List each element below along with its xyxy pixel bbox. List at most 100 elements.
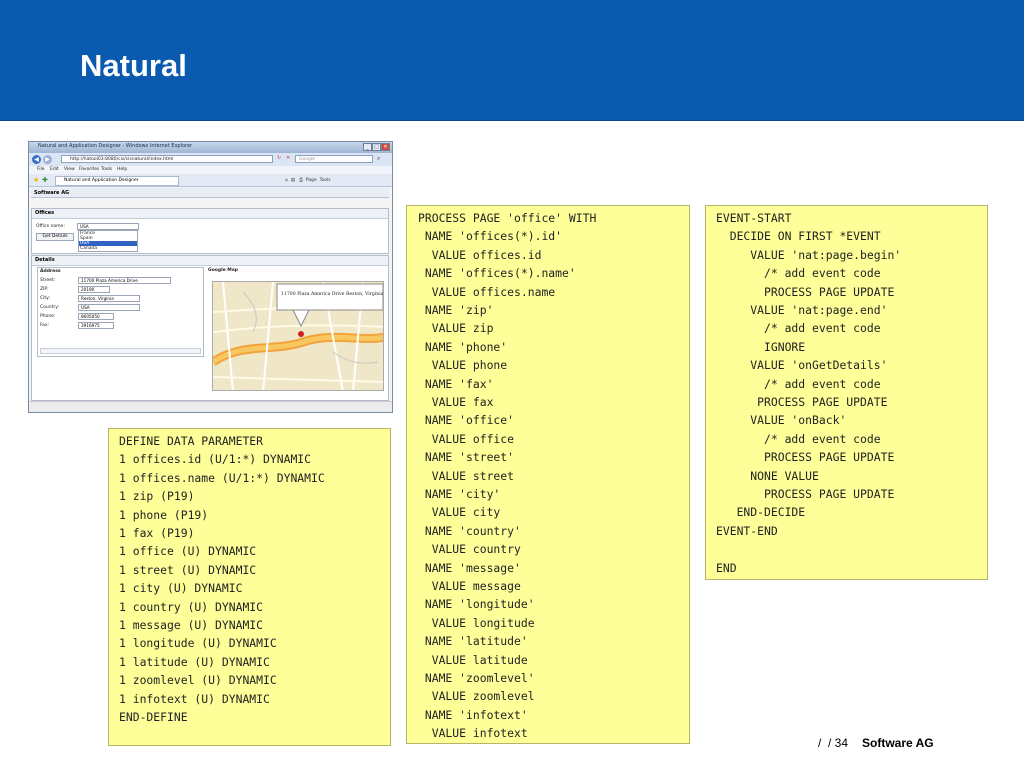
code-line: PROCESS PAGE UPDATE xyxy=(716,395,888,409)
code-line: VALUE 'nat:page.end' xyxy=(716,303,888,317)
address-panel: Address Street: 11700 Plaza America Driv… xyxy=(37,267,204,357)
code-line: NAME 'zoomlevel' xyxy=(418,671,535,685)
code-line: DECIDE ON FIRST *EVENT xyxy=(716,229,881,244)
country-label: Country: xyxy=(40,305,60,310)
code-line: 1 message (U) DYNAMIC xyxy=(119,618,264,632)
code-line: VALUE zip xyxy=(418,321,494,336)
code-line: VALUE city xyxy=(418,505,501,520)
menu-file[interactable]: File xyxy=(37,167,45,172)
tools-menu[interactable]: Tools xyxy=(320,178,331,183)
code-line: 1 city (U) DYNAMIC xyxy=(119,581,243,596)
url-input[interactable]: http://hatool03:8080/cis/cisnatural/inde… xyxy=(61,155,273,163)
forward-icon[interactable]: ▶ xyxy=(43,155,52,164)
office-option[interactable]: Canada xyxy=(80,246,138,251)
menu-help[interactable]: Help xyxy=(117,167,127,172)
code-line: NAME 'street' xyxy=(418,450,515,465)
zip-field[interactable]: 20190 xyxy=(78,286,110,293)
code-line: VALUE office xyxy=(418,431,515,446)
code-line: 1 street (U) DYNAMIC xyxy=(119,562,257,577)
menu-favorites[interactable]: Favorites xyxy=(79,167,99,172)
define-data-code-box: DEFINE DATA PARAMETER 1 offices.id (U/1:*… xyxy=(108,428,391,746)
code-line: 1 phone (P19) xyxy=(119,507,209,522)
menu-edit[interactable]: Edit xyxy=(50,167,59,172)
zip-label: ZIP: xyxy=(40,287,49,292)
city-field[interactable]: Reston, Virginia xyxy=(78,295,140,302)
browser-window-title: Natural and Application Designer - Windo… xyxy=(38,143,193,149)
code-line: DEFINE DATA PARAMETER xyxy=(119,434,264,448)
code-line: NAME 'phone' xyxy=(418,339,508,354)
browser-screenshot: Natural and Application Designer - Windo… xyxy=(28,141,393,413)
close-icon[interactable]: ✕ xyxy=(381,143,390,151)
stop-icon[interactable]: ✕ xyxy=(286,155,290,161)
office-name-select[interactable]: USA xyxy=(77,223,139,230)
browser-tab[interactable]: Natural and Application Designer xyxy=(55,176,179,186)
fax-field[interactable]: 3916975 xyxy=(78,322,114,329)
code-line: /* add event code xyxy=(716,266,881,281)
code-line: VALUE offices.name xyxy=(418,284,556,299)
get-details-button[interactable]: Get Details xyxy=(36,233,74,241)
code-line: NAME 'longitude' xyxy=(418,597,535,612)
add-favorite-icon[interactable]: ✚ xyxy=(42,176,48,184)
code-line: NAME 'zip' xyxy=(418,303,494,317)
minimize-icon[interactable]: _ xyxy=(363,143,372,151)
offices-panel: Offices Office name: USA France Spain US… xyxy=(31,208,389,254)
maximize-icon[interactable]: □ xyxy=(372,143,381,151)
slide-header: Natural xyxy=(0,0,1024,121)
office-name-label: Office name: xyxy=(36,224,65,229)
code-line: EVENT-START xyxy=(716,211,792,225)
code-line: NONE VALUE xyxy=(716,468,819,483)
code-line: VALUE offices.id xyxy=(418,247,542,262)
home-icon[interactable]: ⌂ xyxy=(285,178,288,183)
process-page-code-box: PROCESS PAGE 'office' WITH NAME 'offices… xyxy=(406,205,690,744)
code-line: IGNORE xyxy=(716,339,806,354)
code-line: PROCESS PAGE 'office' WITH xyxy=(418,211,597,225)
phone-label: Phone: xyxy=(40,314,56,319)
code-line: NAME 'fax' xyxy=(418,376,494,391)
back-icon[interactable]: ◀ xyxy=(32,155,41,164)
slide-title: Natural xyxy=(80,48,187,83)
code-line: 1 offices.id (U/1:*) DYNAMIC xyxy=(119,452,312,467)
code-line: VALUE street xyxy=(418,468,515,483)
page-number: / / 34 xyxy=(818,736,849,750)
google-map[interactable]: 11700 Plaza America Drive Reston, Virgin… xyxy=(212,281,384,391)
menu-view[interactable]: View xyxy=(64,167,75,172)
code-line: 1 longitude (U) DYNAMIC xyxy=(119,636,277,651)
code-line: VALUE message xyxy=(418,579,521,593)
details-panel: Details Address Street: 11700 Plaza Amer… xyxy=(31,255,389,401)
search-icon[interactable]: ⌕ xyxy=(377,155,380,163)
address-title: Address xyxy=(40,269,61,274)
code-line: PROCESS PAGE UPDATE xyxy=(716,487,895,501)
code-line: VALUE latitude xyxy=(418,652,528,667)
code-line: PROCESS PAGE UPDATE xyxy=(716,450,895,465)
code-line: 1 office (U) DYNAMIC xyxy=(119,544,257,559)
code-line: /* add event code xyxy=(716,431,881,446)
print-icon[interactable]: ⎙ xyxy=(299,178,303,183)
code-line: 1 country (U) DYNAMIC xyxy=(119,599,264,614)
code-line: PROCESS PAGE UPDATE xyxy=(716,284,895,299)
app-page: Software AG Offices Office name: USA Fra… xyxy=(29,187,392,401)
favorites-star-icon[interactable]: ★ xyxy=(33,176,39,184)
code-line: VALUE fax xyxy=(418,395,494,409)
street-field[interactable]: 11700 Plaza America Drive xyxy=(78,277,171,284)
phone-field[interactable]: 8605050 xyxy=(78,313,114,320)
code-line: NAME 'latitude' xyxy=(418,634,528,649)
footer-brand: Software AG xyxy=(862,736,934,750)
country-field[interactable]: USA xyxy=(78,304,140,311)
city-label: City: xyxy=(40,296,51,301)
status-bar xyxy=(29,401,392,412)
code-line: 1 infotext (U) DYNAMIC xyxy=(119,691,270,706)
code-line: NAME 'city' xyxy=(418,487,501,501)
code-line: EVENT-END xyxy=(716,523,778,538)
code-line: NAME 'offices(*).name' xyxy=(418,266,576,281)
code-line: VALUE phone xyxy=(418,358,508,373)
page-menu[interactable]: Page xyxy=(306,178,317,183)
code-line: NAME 'offices(*).id' xyxy=(418,229,563,244)
search-input[interactable]: Google xyxy=(295,155,373,163)
menu-tools[interactable]: Tools xyxy=(101,167,112,172)
feeds-icon[interactable]: ▤ xyxy=(291,178,295,183)
refresh-icon[interactable]: ↻ xyxy=(277,155,281,161)
address-scrollbar[interactable] xyxy=(40,348,201,354)
code-line: NAME 'country' xyxy=(418,523,521,538)
map-graphic xyxy=(213,282,383,390)
map-title: Google Map xyxy=(208,268,238,273)
